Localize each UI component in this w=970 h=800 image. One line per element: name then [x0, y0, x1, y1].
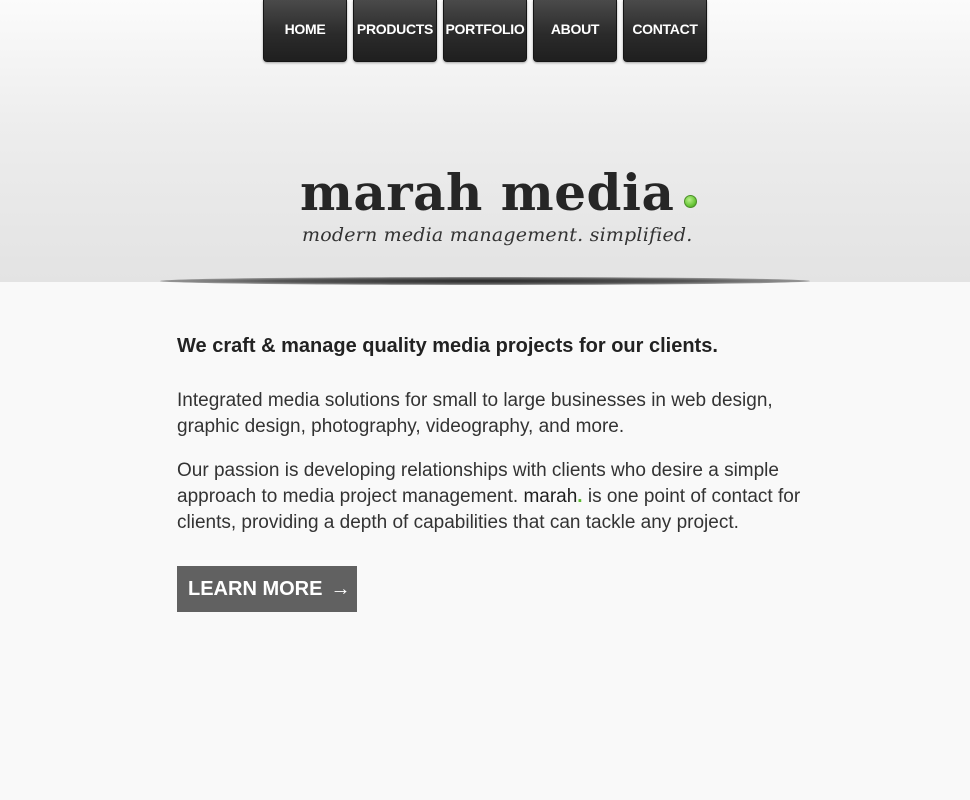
brand-dot-icon: [684, 195, 698, 208]
nav-about-button[interactable]: ABOUT: [533, 0, 617, 62]
brand-inline: marah: [523, 486, 578, 507]
learn-more-label: LEARN MORE: [188, 577, 323, 600]
page: HOME PRODUCTS PORTFOLIO ABOUT CONTACT ma…: [0, 0, 970, 800]
main-content: We craft & manage quality media projects…: [177, 332, 807, 554]
lead-heading: We craft & manage quality media projects…: [177, 335, 718, 357]
nav-home-button[interactable]: HOME: [263, 0, 347, 62]
header: HOME PRODUCTS PORTFOLIO ABOUT CONTACT ma…: [0, 0, 970, 282]
passion-paragraph: Our passion is developing relationships …: [177, 458, 807, 536]
nav-contact-button[interactable]: CONTACT: [623, 0, 707, 62]
intro-paragraph: Integrated media solutions for small to …: [177, 390, 773, 437]
nav-portfolio-button[interactable]: PORTFOLIO: [443, 0, 527, 62]
header-divider: [160, 277, 810, 285]
nav-products-button[interactable]: PRODUCTS: [353, 0, 437, 62]
main-nav: HOME PRODUCTS PORTFOLIO ABOUT CONTACT: [263, 0, 707, 62]
brand-name: marah media: [300, 163, 675, 222]
logo[interactable]: marah media: [300, 160, 720, 226]
arrow-right-icon: →: [330, 577, 351, 600]
tagline: modern media management. simplified.: [302, 224, 693, 246]
learn-more-button[interactable]: LEARN MORE →: [177, 566, 357, 612]
brand-block: marah media modern media management. sim…: [300, 160, 720, 246]
